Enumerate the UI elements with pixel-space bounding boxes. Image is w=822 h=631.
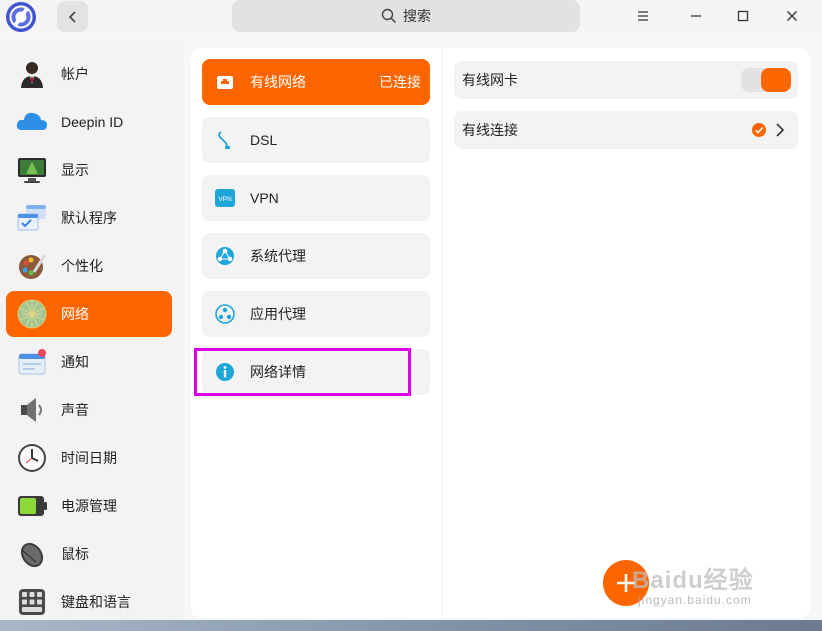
search-placeholder: 搜索 [403,8,431,24]
wired-connection-row[interactable]: 有线连接 [454,111,798,149]
sidebar-item-label: 个性化 [61,258,103,274]
app-proxy-icon [215,304,235,324]
battery-icon [18,496,47,516]
dsl-icon [218,131,230,149]
annotation-highlight-box [194,348,411,396]
sidebar-item-datetime[interactable]: 时间日期 [6,435,172,481]
cloud-icon [16,112,47,130]
sidebar-item-keyboard[interactable]: 键盘和语言 [6,579,172,625]
close-button[interactable] [780,4,804,28]
vpn-icon-text: VPN [218,196,232,203]
chevron-right-icon[interactable] [772,121,788,139]
sidebar-item-accounts[interactable]: 帐户 [6,51,172,97]
sidebar-item-label: 键盘和语言 [61,594,131,610]
network-item-system-proxy[interactable]: 系统代理 [202,233,430,279]
titlebar: 搜索 [0,0,822,38]
toggle-knob [761,68,791,92]
notification-icon [18,349,46,375]
system-proxy-icon [216,247,234,265]
sidebar-item-display[interactable]: 显示 [6,147,172,193]
user-avatar-icon [21,62,43,88]
palette-icon [19,254,47,279]
network-item-app-proxy[interactable]: 应用代理 [202,291,430,337]
mouse-icon [20,542,44,568]
desktop-edge [0,620,822,631]
sidebar-item-notifications[interactable]: 通知 [6,339,172,385]
wired-card-toggle[interactable] [741,68,791,92]
network-item-vpn[interactable]: VPN VPN [202,175,430,221]
menu-button[interactable] [631,4,655,28]
chevron-left-icon [68,10,76,23]
sidebar-item-label: 时间日期 [61,450,117,466]
sidebar-item-power[interactable]: 电源管理 [6,483,172,529]
back-button[interactable] [57,1,88,32]
minimize-icon [691,15,701,17]
add-connection-button[interactable] [603,560,649,606]
sidebar-item-label: 鼠标 [61,546,89,562]
sidebar-item-label: 网络 [61,306,89,322]
wired-card-label: 有线网卡 [462,72,518,88]
minimize-button[interactable] [684,4,708,28]
sidebar: 帐户 Deepin ID 显示 默认程序 个性化 网络 通知 声音 时间日期 电… [0,40,183,631]
maximize-button[interactable] [731,4,755,28]
sidebar-item-label: 声音 [61,402,89,418]
monitor-icon [18,158,46,183]
vpn-icon: VPN [215,189,235,207]
sidebar-item-sound[interactable]: 声音 [6,387,172,433]
sidebar-item-label: 显示 [61,162,89,178]
network-menu-panel: 有线网络 已连接 DSL VPN VPN 系统代理 应用代理 网络详情 [191,48,441,618]
menu-icon [638,11,648,21]
wired-card-row: 有线网卡 [454,61,798,99]
sidebar-item-default-apps[interactable]: 默认程序 [6,195,172,241]
default-apps-icon [17,205,46,231]
wired-connection-label: 有线连接 [462,122,518,138]
clock-icon [18,444,46,472]
sidebar-item-label: 默认程序 [61,210,117,226]
network-item-label: VPN [250,190,279,206]
speaker-icon [21,398,42,422]
globe-network-icon [17,299,47,329]
sidebar-item-label: Deepin ID [61,114,124,130]
wired-settings-panel: 有线网卡 有线连接 [443,48,810,618]
network-item-label: DSL [250,132,278,148]
sidebar-item-label: 电源管理 [61,498,117,514]
wired-network-icon [217,76,233,89]
network-item-wired[interactable]: 有线网络 已连接 [202,59,430,105]
sidebar-item-personalization[interactable]: 个性化 [6,243,172,289]
sidebar-item-network[interactable]: 网络 [6,291,172,337]
sidebar-item-label: 通知 [61,354,89,370]
close-icon [787,11,797,21]
plus-icon [617,574,635,592]
network-item-label: 有线网络 [250,74,306,90]
sidebar-item-deepin-id[interactable]: Deepin ID [6,99,172,145]
network-item-label: 系统代理 [250,248,306,264]
sidebar-item-mouse[interactable]: 鼠标 [6,531,172,577]
selected-check-icon [752,123,766,137]
connection-status: 已连接 [379,74,421,90]
keyboard-icon [19,589,45,615]
network-item-label: 应用代理 [250,306,306,322]
maximize-icon [737,10,749,22]
search-input[interactable]: 搜索 [232,0,580,32]
network-item-dsl[interactable]: DSL [202,117,430,163]
search-icon [381,8,397,24]
deepin-logo-icon [6,2,36,32]
sidebar-item-label: 帐户 [61,66,89,82]
